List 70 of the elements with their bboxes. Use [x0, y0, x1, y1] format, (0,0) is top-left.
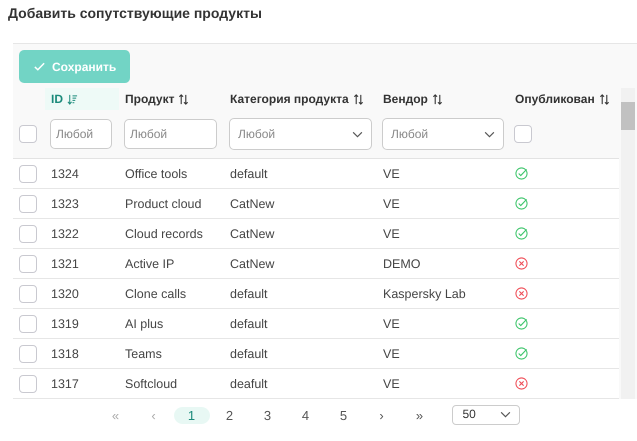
table-cell: 1317	[51, 376, 79, 390]
filter-dropdown[interactable]: Любой	[229, 118, 372, 150]
column-header[interactable]: ID	[51, 92, 63, 106]
table-cell: AI plus	[125, 316, 164, 330]
table-cell: 1320	[51, 286, 79, 300]
filter-dropdown[interactable]: Любой	[382, 118, 504, 150]
table-cell: VE	[383, 346, 400, 360]
row-checkbox[interactable]	[19, 164, 37, 182]
row-checkbox[interactable]	[19, 374, 37, 392]
table-cell: default	[230, 166, 268, 180]
row-checkbox[interactable]	[19, 194, 37, 212]
next-page-button[interactable]: ›	[364, 406, 400, 424]
column-header[interactable]: Вендор	[383, 92, 428, 106]
table-cell: CatNew	[230, 196, 274, 210]
table-cell: DEMO	[383, 256, 420, 270]
filter-field[interactable]: Любой	[50, 119, 112, 149]
table-cell: VE	[383, 316, 400, 330]
page-button[interactable]: 3	[250, 406, 286, 424]
column-header[interactable]: Категория продукта	[230, 92, 349, 106]
chevron-down-icon	[352, 130, 363, 138]
sort-icon	[178, 94, 190, 104]
table-cell: Teams	[125, 346, 162, 360]
scrollbar[interactable]	[621, 88, 635, 399]
chevron-down-icon	[500, 410, 510, 418]
table-cell: Active IP	[125, 256, 174, 270]
check-icon	[33, 60, 46, 73]
sort-icon	[432, 94, 443, 104]
sort-icon	[598, 94, 610, 104]
chevron-down-icon	[484, 130, 495, 138]
page-button[interactable]: 2	[212, 406, 248, 424]
sort-icon	[352, 94, 364, 104]
table-cell: 1318	[51, 346, 79, 360]
row-checkbox[interactable]	[19, 224, 37, 242]
table-cell: CatNew	[230, 256, 274, 270]
table-cell: 1321	[51, 256, 79, 270]
table-cell: Office tools	[125, 166, 188, 180]
filter-checkbox[interactable]	[514, 125, 532, 143]
page-button[interactable]: 1	[174, 406, 210, 424]
table-cell: Clone calls	[125, 286, 186, 300]
select-all-checkbox[interactable]	[19, 125, 37, 143]
row-checkbox[interactable]	[19, 314, 37, 332]
row-checkbox[interactable]	[19, 254, 37, 272]
sort-descending-icon	[67, 94, 78, 104]
table-cell: VE	[383, 196, 400, 210]
table-cell: 1323	[51, 196, 79, 210]
table-cell: 1322	[51, 226, 79, 240]
table-cell: default	[230, 286, 268, 300]
table-cell: Cloud records	[125, 226, 203, 240]
table-cell: Softcloud	[125, 376, 178, 390]
table-cell: VE	[383, 226, 400, 240]
last-page-button[interactable]: »	[402, 406, 438, 424]
table-cell: CatNew	[230, 226, 274, 240]
column-header[interactable]: Опубликован	[515, 92, 595, 106]
table-cell: Product cloud	[125, 196, 202, 210]
row-checkbox[interactable]	[19, 284, 37, 302]
table-cell: Kaspersky Lab	[383, 286, 466, 300]
table-cell: 1324	[51, 166, 79, 180]
filter-field[interactable]: Любой	[124, 119, 217, 149]
page-button[interactable]: 5	[326, 406, 362, 424]
table-cell: default	[230, 316, 268, 330]
page-title: Добавить сопутствующие продукты	[7, 4, 263, 23]
table-cell: 1319	[51, 316, 79, 330]
page-button[interactable]: 4	[288, 406, 324, 424]
table-cell: default	[230, 346, 268, 360]
table-cell: deafult	[230, 376, 268, 390]
table-cell: VE	[383, 376, 400, 390]
page-size-dropdown[interactable]: 50	[452, 405, 520, 425]
table-cell: VE	[383, 166, 400, 180]
row-checkbox[interactable]	[19, 344, 37, 362]
column-header[interactable]: Продукт	[125, 92, 174, 106]
